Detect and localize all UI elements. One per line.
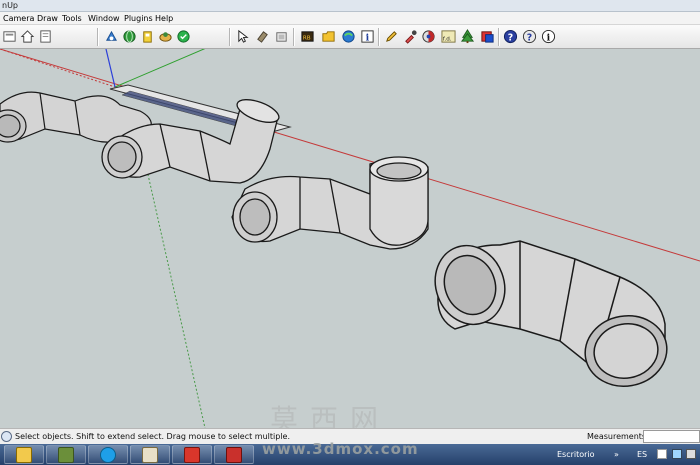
status-message: Select objects. Shift to extend select. … [15,432,291,441]
toolbar-separator [97,28,99,46]
red-axis-negative [0,49,116,88]
menu-draw[interactable]: Draw [37,14,58,23]
language-indicator[interactable]: ES [637,450,647,459]
menu-camera[interactable]: Camera [3,14,34,23]
watermark-url: www.3dmox.com [262,440,419,458]
taskbar-sketchup-2[interactable] [214,445,254,464]
eraser-icon[interactable] [273,28,290,45]
status-help-icon[interactable] [1,431,12,442]
toolbar-separator [378,28,380,46]
home-icon[interactable] [19,28,36,45]
warehouse-icon[interactable] [139,28,156,45]
window-title: nUp [2,1,19,10]
help2-icon[interactable]: ? [521,28,538,45]
taskbar-sketchup[interactable] [172,445,212,464]
taskbar-minecraft[interactable] [46,445,86,464]
folder-icon[interactable] [320,28,337,45]
watermark-chars: 莫西网 [270,403,391,436]
svg-text:?: ? [527,32,532,43]
folder-icon [16,446,32,463]
menu-help[interactable]: Help [155,14,173,23]
svg-text:i: i [366,32,370,43]
globe-icon[interactable] [121,28,138,45]
tray-expand-icon[interactable]: » [614,450,622,459]
open-icon[interactable] [37,28,54,45]
sketchup-icon [226,446,242,463]
desktop-toolbar-label[interactable]: Escritorio [557,450,595,459]
svg-text:RB: RB [303,35,311,41]
measurements-label: Measurements [587,432,647,441]
taskbar-paint[interactable] [130,445,170,464]
title-bar: nUp [0,0,700,12]
model-canvas[interactable] [0,49,700,428]
dropper-icon[interactable] [402,28,419,45]
volume-icon[interactable] [686,449,696,459]
tree-icon[interactable] [459,28,476,45]
shadow-icon[interactable] [420,28,437,45]
svg-text:?: ? [508,32,513,43]
ruby-icon[interactable]: RB [299,28,316,45]
paint-icon[interactable] [254,28,271,45]
pencil-icon[interactable] [383,28,400,45]
export-icon[interactable] [479,28,496,45]
help-icon[interactable]: ? [502,28,519,45]
menu-plugins[interactable]: Plugins [124,14,153,23]
info2-icon[interactable]: i [540,28,557,45]
pipe-3[interactable] [231,156,429,250]
geo-icon[interactable] [175,28,192,45]
toolbar: RB i f.d. ? ? i [0,25,700,49]
measurements-input[interactable] [643,430,700,443]
select-icon[interactable] [235,28,252,45]
taskbar-skype[interactable] [88,445,128,464]
svg-text:i: i [547,32,551,43]
3d-viewport[interactable] [0,49,700,428]
sketchup-icon [184,446,200,463]
menu-tools[interactable]: Tools [62,14,82,23]
info-icon[interactable]: i [359,28,376,45]
pipe-4[interactable] [424,236,672,393]
fd-label: f.d. [443,36,452,42]
menu-window[interactable]: Window [88,14,120,23]
new-icon[interactable] [1,28,18,45]
toolbar-separator [498,28,500,46]
taskbar-explorer[interactable] [4,445,44,464]
toolbar-separator [293,28,295,46]
action-center-icon[interactable] [657,449,667,459]
component-icon[interactable] [103,28,120,45]
skype-icon [100,446,116,463]
globe-share-icon[interactable] [340,28,357,45]
fd-icon[interactable]: f.d. [440,28,457,45]
minecraft-icon [58,446,74,463]
network-icon[interactable] [672,449,682,459]
sandbox-icon[interactable] [157,28,174,45]
green-axis [114,49,206,88]
menu-bar: Camera Draw Tools Window Plugins Help [0,12,700,25]
paint-icon [142,446,158,463]
toolbar-separator [229,28,231,46]
green-axis-negative [139,138,206,428]
